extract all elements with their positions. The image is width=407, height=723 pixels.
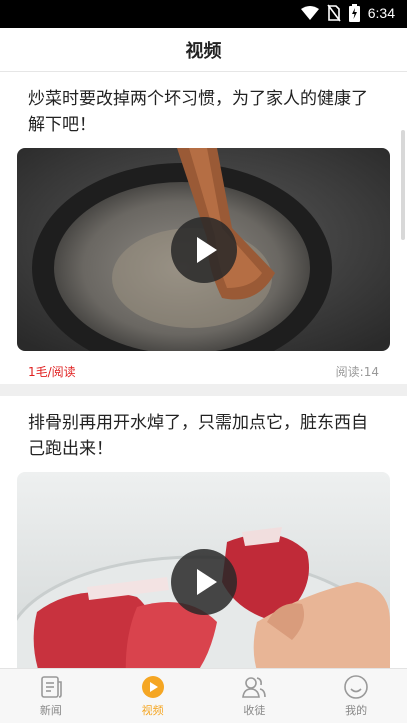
news-icon — [41, 676, 62, 698]
video-thumbnail[interactable] — [17, 472, 390, 668]
video-thumbnail[interactable] — [17, 148, 390, 351]
play-button[interactable] — [170, 549, 237, 615]
tab-news[interactable]: 新闻 — [0, 669, 102, 723]
tab-video[interactable]: 视频 — [102, 669, 204, 723]
page-title: 视频 — [185, 40, 222, 62]
status-bar: 6:34 — [0, 0, 407, 28]
tab-label: 视频 — [141, 704, 164, 717]
status-icons: 6:34 — [300, 4, 395, 22]
video-title[interactable]: 炒菜时要改掉两个坏习惯，为了家人的健康了解下吧！ — [0, 72, 407, 138]
tab-apprentice[interactable]: 收徒 — [204, 669, 306, 723]
status-time: 6:34 — [367, 5, 395, 21]
profile-smile-icon — [344, 675, 368, 699]
video-card[interactable]: 排骨别再用开水焯了，只需加点它，脏东西自己跑出来！ — [0, 396, 407, 668]
video-meta: 1毛/阅读 阅读:14 — [0, 351, 407, 380]
video-card[interactable]: 炒菜时要改掉两个坏习惯，为了家人的健康了解下吧！ 1毛/阅读 阅读:14 — [0, 72, 407, 384]
no-sim-icon — [327, 4, 341, 22]
reward-label: 1毛/阅读 — [28, 365, 76, 379]
battery-charging-icon — [348, 4, 360, 22]
apprentice-icon — [242, 677, 267, 698]
wifi-icon — [300, 6, 319, 20]
video-feed[interactable]: 炒菜时要改掉两个坏习惯，为了家人的健康了解下吧！ 1毛/阅读 阅读:14 排骨别… — [0, 72, 407, 668]
read-count: 阅读:14 — [335, 365, 379, 379]
tab-label: 我的 — [345, 704, 368, 717]
play-button[interactable] — [170, 216, 237, 283]
video-play-icon — [141, 676, 164, 698]
tab-label: 新闻 — [39, 704, 62, 717]
header: 视频 — [0, 28, 407, 72]
tab-label: 收徒 — [243, 704, 266, 717]
scrollbar[interactable] — [401, 130, 405, 240]
bottom-tab-bar: 新闻 视频 收徒 我的 — [0, 668, 407, 723]
tab-profile[interactable]: 我的 — [305, 669, 407, 723]
video-title[interactable]: 排骨别再用开水焯了，只需加点它，脏东西自己跑出来！ — [0, 396, 407, 462]
